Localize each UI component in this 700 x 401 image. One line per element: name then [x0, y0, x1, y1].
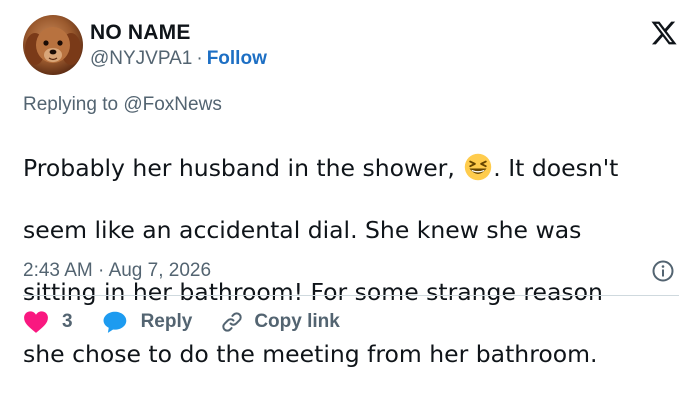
heart-icon: [24, 311, 48, 333]
dog-avatar-image: [25, 27, 81, 65]
reply-button[interactable]: Reply: [103, 310, 193, 334]
author-handle[interactable]: @NYJVPA1: [90, 48, 192, 69]
replying-to-mention[interactable]: @FoxNews: [123, 94, 221, 115]
tweet-timestamp[interactable]: 2:43 AM · Aug 7, 2026: [23, 259, 211, 283]
like-count: 3: [62, 311, 73, 332]
timestamp-separator: ·: [98, 260, 105, 281]
avatar[interactable]: [23, 15, 83, 75]
copy-link-label: Copy link: [254, 311, 340, 332]
replying-to-label: Replying to: [23, 94, 119, 115]
follow-button[interactable]: Follow: [207, 48, 267, 69]
info-icon[interactable]: [651, 259, 675, 283]
divider: [23, 295, 679, 296]
tweet-line-1: Probably her husband in the shower, . It…: [23, 153, 693, 184]
tweet-line-2: seem like an accidental dial. She knew s…: [23, 216, 582, 244]
tweet-line-4: she chose to do the meeting from her bat…: [23, 340, 598, 368]
replying-to: Replying to @FoxNews: [23, 93, 222, 117]
grinning-squinting-face-icon: [465, 153, 492, 181]
reply-label: Reply: [140, 311, 193, 332]
action-bar: 3 Reply Copy link: [23, 307, 340, 337]
tweet-line-1b: . It doesn't: [493, 154, 619, 182]
tweet-card: NO NAME @NYJVPA1 · Follow Replying to @Fox…: [0, 0, 700, 368]
author-name[interactable]: NO NAME: [90, 21, 191, 45]
x-logo-icon[interactable]: [650, 19, 678, 47]
link-icon: [222, 312, 242, 332]
author-handle-row: @NYJVPA1 · Follow: [90, 47, 267, 71]
tweet-time: 2:43 AM: [23, 260, 93, 281]
like-button[interactable]: 3: [23, 310, 73, 334]
copy-link-button[interactable]: Copy link: [220, 310, 340, 334]
tweet-line-1a: Probably her husband in the shower,: [23, 154, 455, 182]
separator-dot: ·: [196, 48, 203, 69]
tweet-date: Aug 7, 2026: [108, 260, 212, 281]
speech-bubble-icon: [103, 311, 126, 333]
